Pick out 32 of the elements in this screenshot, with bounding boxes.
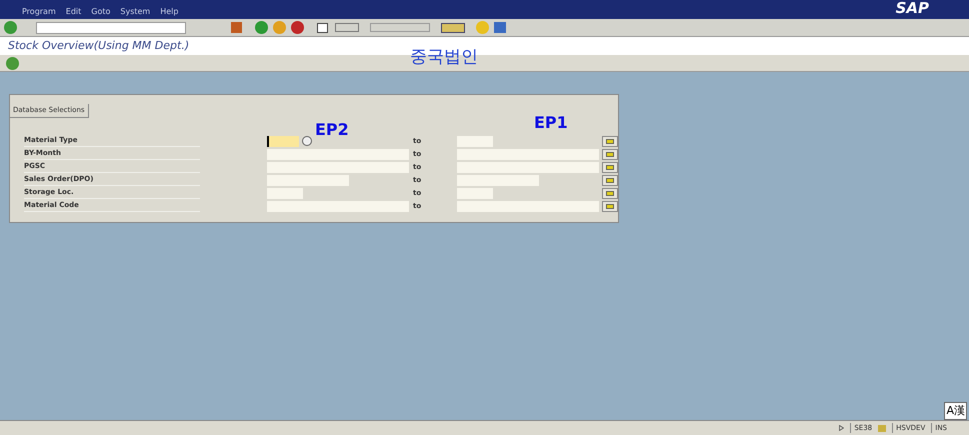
- multiple-selection-button[interactable]: [602, 136, 618, 146]
- multiple-selection-button[interactable]: [602, 188, 618, 198]
- to-field[interactable]: [457, 136, 493, 146]
- annotation-text: EP2: [315, 122, 349, 138]
- multiple-selection-button[interactable]: [602, 200, 618, 212]
- annotation-text: 중국법인: [410, 46, 478, 69]
- search-help-icon[interactable]: [302, 136, 312, 146]
- to-field[interactable]: [457, 162, 599, 172]
- menu-item[interactable]: Edit: [66, 6, 82, 19]
- multiple-selection-button[interactable]: [602, 148, 618, 160]
- from-field[interactable]: [267, 148, 409, 160]
- annotation-text: EP1: [534, 115, 568, 131]
- sap-logo: SAP: [896, 1, 929, 16]
- from-field[interactable]: [267, 188, 303, 198]
- to-field[interactable]: [457, 174, 539, 186]
- screen-title: Stock Overview(Using MM Dept.): [8, 38, 190, 54]
- menu-item[interactable]: Program: [22, 6, 56, 19]
- menu-item[interactable]: Goto: [91, 6, 110, 19]
- from-field[interactable]: [267, 200, 409, 212]
- multiple-selection-button[interactable]: [602, 162, 618, 172]
- multiple-selection-button[interactable]: [602, 174, 618, 186]
- from-field[interactable]: [267, 174, 349, 186]
- to-field[interactable]: [457, 148, 599, 160]
- to-field[interactable]: [457, 200, 599, 212]
- ime-indicator: A漢: [944, 402, 967, 420]
- from-field[interactable]: [267, 162, 409, 172]
- menu-item[interactable]: Help: [160, 6, 178, 19]
- command-field[interactable]: [36, 22, 186, 34]
- play-icon[interactable]: [839, 425, 844, 431]
- from-field[interactable]: [267, 136, 299, 146]
- to-field[interactable]: [457, 188, 493, 198]
- menu-item[interactable]: System: [120, 6, 150, 19]
